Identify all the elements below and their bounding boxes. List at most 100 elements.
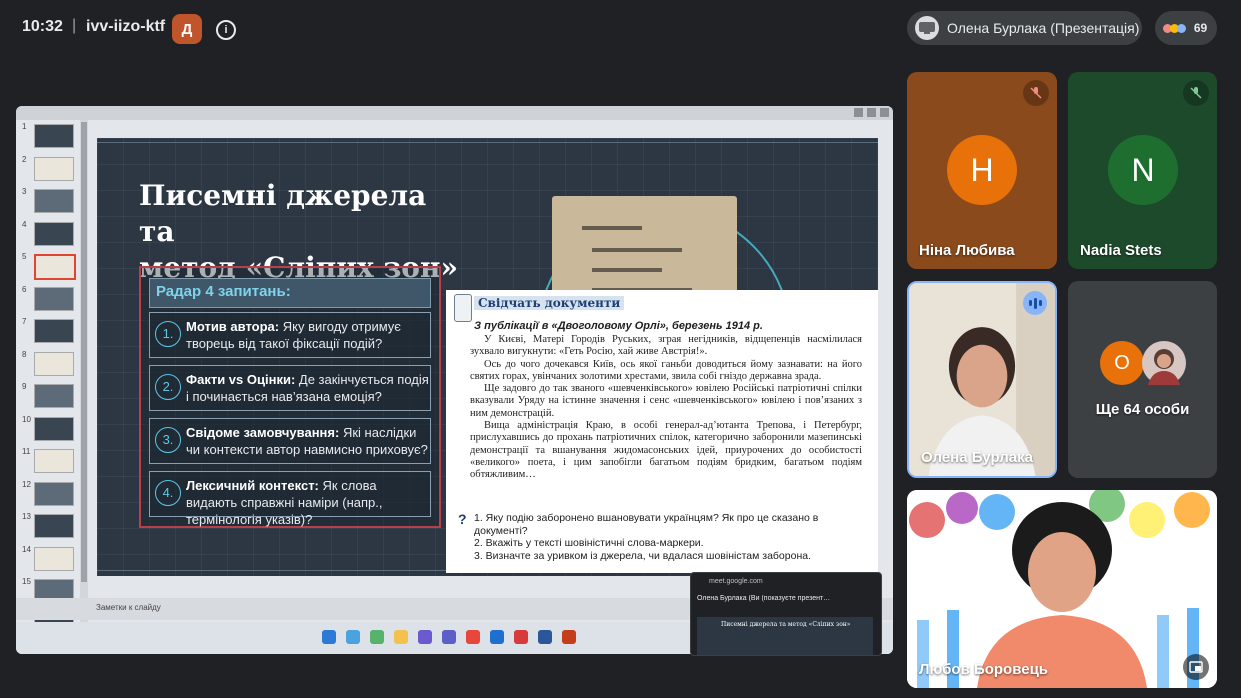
slide-thumbnail[interactable]: 14	[22, 545, 82, 571]
host-controls-button[interactable]: Д	[172, 14, 202, 44]
slide-thumbnail-image	[34, 319, 74, 343]
expand-icon[interactable]	[1183, 654, 1209, 680]
slide-thumbnail-image	[34, 189, 74, 213]
slide-thumbnail[interactable]: 6	[22, 284, 82, 311]
participant-tile[interactable]: N Nadia Stets	[1068, 72, 1217, 269]
question-key: Мотив автора:	[186, 319, 280, 334]
slide-thumbnail-image	[34, 546, 74, 571]
others-tile[interactable]: О Ще 64 особи	[1068, 281, 1217, 478]
slide-thumbnail[interactable]: 10	[22, 415, 82, 441]
slide-thumbnail[interactable]: 7	[22, 317, 82, 343]
copilot-icon[interactable]	[418, 630, 432, 644]
document-question: 3. Визначте за уривком із джерела, чи вд…	[474, 549, 812, 562]
avatar: H	[947, 135, 1017, 205]
question-number: 4.	[155, 480, 181, 506]
slide-thumbnail[interactable]: 9	[22, 382, 82, 408]
others-count: Ще 64 особи	[1095, 401, 1190, 418]
presenter-label: Олена Бурлака (Презентація)	[947, 20, 1140, 36]
radar-question: 4. Лексичний контекст: Як слова видають …	[149, 471, 431, 527]
slide-thumbnail[interactable]: 3	[22, 187, 82, 213]
explorer-icon[interactable]	[394, 630, 408, 644]
notification-app-icon[interactable]	[514, 630, 528, 644]
participant-tile[interactable]: Любов Боровець	[907, 490, 1217, 688]
question-key: Лексичний контекст:	[186, 478, 319, 493]
radar-question: 1. Мотив автора: Яку вигоду отримує твор…	[149, 312, 431, 358]
radar-question: 2. Факти vs Оцінки: Де закінчується поді…	[149, 365, 431, 411]
powerpoint-icon[interactable]	[562, 630, 576, 644]
slide-thumbnail-image	[34, 156, 74, 181]
meeting-code: ivv-iizo-ktf	[86, 18, 166, 35]
maximize-icon	[867, 108, 876, 117]
notes-placeholder: Заметки к слайду	[96, 603, 161, 612]
slide-thumbnail-image	[34, 351, 74, 376]
slide-thumbnail[interactable]: 12	[22, 479, 82, 506]
document-questions: 1. Яку подію заборонено вшановувати укра…	[474, 512, 866, 562]
slide-title-line1: Писемні джерела та	[139, 179, 427, 248]
document-subheading: З публікації в «Двоголовому Орлі», берез…	[474, 320, 763, 332]
pip-url: meet.google.com	[709, 578, 763, 585]
document-question: 1. Яку подію заборонено вшановувати укра…	[474, 512, 819, 537]
thumbnail-scroll-thumb	[81, 122, 87, 582]
slide-thumbnail-number: 6	[22, 284, 27, 294]
teams-icon[interactable]	[442, 630, 456, 644]
radar-header: Радар 4 запитань:	[149, 278, 431, 308]
participant-video	[907, 490, 1217, 688]
widgets-icon[interactable]	[346, 630, 360, 644]
slide-thumbnail-number: 7	[22, 317, 27, 326]
separator: |	[72, 17, 77, 34]
mic-off-icon	[1023, 80, 1049, 106]
slide-thumbnail-image	[34, 449, 74, 473]
slide-thumbnail-number: 5	[22, 252, 27, 261]
slide-thumbnail[interactable]: 4	[22, 219, 82, 246]
radar-question: 3. Свідоме замовчування: Які наслідки чи…	[149, 418, 431, 464]
participant-count: 69	[1193, 21, 1208, 35]
slide-thumbnail-number: 3	[22, 187, 27, 196]
document-excerpt: Свідчать документи З публікації в «Двого…	[446, 290, 878, 573]
avatar: О	[1100, 341, 1144, 385]
slide-thumbnail-image	[34, 514, 74, 538]
document-heading: Свідчать документи	[474, 296, 625, 310]
presenter-avatar	[915, 16, 939, 40]
slide-thumbnail[interactable]: 5	[22, 252, 82, 280]
start-icon[interactable]	[322, 630, 336, 644]
slide-thumbnail-number: 4	[22, 219, 27, 229]
app-icon[interactable]	[370, 630, 384, 644]
screen-window-bar	[16, 106, 893, 120]
slide-thumbnail-number: 9	[22, 382, 27, 391]
slide-thumbnail[interactable]: 11	[22, 447, 82, 473]
meet-pip-window[interactable]: meet.google.com Олена Бурлака (Ви (показ…	[690, 572, 882, 656]
slide-thumbnail-number: 11	[22, 447, 31, 456]
slide-thumbnail[interactable]: 1	[22, 122, 82, 148]
slide-thumbnail[interactable]: 2	[22, 154, 82, 181]
slide-thumbnails: 12345678910111213141516	[22, 122, 82, 636]
slide-thumbnail-number: 2	[22, 154, 27, 164]
pip-slide-preview: Писемні джерела та метод «Сліпих зон»	[697, 617, 873, 655]
slide-thumbnail[interactable]: 8	[22, 350, 82, 376]
participant-tile-active-speaker[interactable]: Олена Бурлака	[907, 281, 1057, 478]
mic-off-icon	[1183, 80, 1209, 106]
participant-name: Nadia Stets	[1080, 242, 1162, 259]
participant-name: Ніна Любива	[919, 242, 1015, 259]
participant-avatars	[1162, 23, 1186, 33]
slide-thumbnail-number: 13	[22, 512, 31, 521]
document-paragraph: Ще задовго до так званого «шевченківсько…	[470, 383, 862, 419]
question-text: Лексичний контекст: Як слова видають спр…	[186, 477, 430, 528]
presenter-chip[interactable]: Олена Бурлака (Презентація)	[907, 11, 1142, 45]
info-icon[interactable]: i	[216, 20, 236, 40]
slide-thumbnail[interactable]: 13	[22, 512, 82, 538]
document-paragraph: Вища адміністрація Краю, в особі генерал…	[470, 420, 862, 481]
slide-thumbnail-image	[34, 254, 76, 280]
participants-button[interactable]: 69	[1155, 11, 1217, 45]
mail-icon[interactable]	[490, 630, 504, 644]
host-badge-label: Д	[181, 20, 193, 38]
clock: 10:32	[22, 18, 63, 35]
chrome-icon[interactable]	[466, 630, 480, 644]
pip-presenter-row: Олена Бурлака (Ви (показуєте презент…	[697, 595, 831, 602]
question-number: 2.	[155, 374, 181, 400]
document-body: У Києві, Матері Городів Руських, зграя н…	[470, 334, 862, 482]
slide-rule-top	[97, 142, 878, 143]
slide-thumbnail-number: 12	[22, 479, 31, 489]
participant-tile[interactable]: H Ніна Любива	[907, 72, 1057, 269]
word-icon[interactable]	[538, 630, 552, 644]
slide-thumbnail-number: 15	[22, 577, 31, 586]
